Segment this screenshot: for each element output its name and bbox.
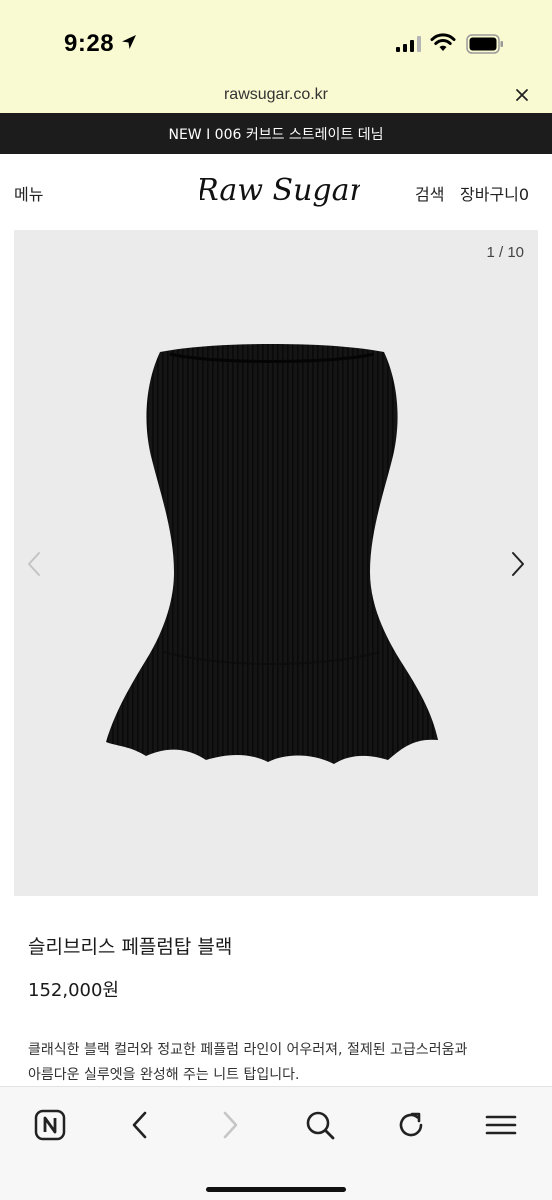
- close-icon[interactable]: [514, 87, 530, 103]
- slide-counter: 1 / 10: [486, 244, 524, 261]
- status-bar: 9:28: [0, 0, 552, 78]
- url-text[interactable]: rawsugar.co.kr: [0, 86, 552, 104]
- announcement-text[interactable]: NEW I 006 커브드 스트레이트 데님: [0, 124, 552, 144]
- browser-address-bar[interactable]: rawsugar.co.kr: [0, 78, 552, 113]
- announcement-banner[interactable]: NEW I 006 커브드 스트레이트 데님: [0, 113, 552, 154]
- product-image-carousel[interactable]: 1 / 10: [14, 230, 538, 896]
- naver-home-icon[interactable]: [32, 1107, 68, 1143]
- reload-icon[interactable]: [393, 1107, 429, 1143]
- battery-icon: [466, 34, 503, 54]
- wifi-icon: [430, 33, 456, 51]
- back-icon[interactable]: [122, 1107, 158, 1143]
- description-line: 클래식한 블랙 컬러와 정교한 페플럼 라인이 어우러져, 절제된 고급스러움과: [28, 1042, 468, 1058]
- cellular-signal-icon: [396, 36, 421, 52]
- chevron-right-icon[interactable]: [510, 550, 526, 578]
- forward-icon[interactable]: [212, 1107, 248, 1143]
- product-name: 슬리브리스 페플럼탑 블랙: [28, 936, 233, 958]
- product-price: 152,000원: [28, 980, 119, 1001]
- product-photo-knit-top: [106, 344, 438, 764]
- site-header: 메뉴 Raw Sugar 검색 장바구니0: [0, 154, 552, 230]
- browser-toolbar: [0, 1086, 552, 1200]
- search-icon[interactable]: [302, 1107, 338, 1143]
- home-indicator: [206, 1187, 346, 1192]
- menu-button[interactable]: 메뉴: [14, 181, 43, 205]
- chevron-left-icon[interactable]: [26, 550, 42, 578]
- search-button[interactable]: 검색: [415, 181, 444, 205]
- product-description: 클래식한 블랙 컬러와 정교한 페플럼 라인이 어우러져, 절제된 고급스러움과…: [28, 1038, 528, 1088]
- location-arrow-icon: [122, 35, 136, 49]
- status-time: 9:28: [64, 30, 115, 57]
- menu-icon[interactable]: [483, 1107, 519, 1143]
- description-line: 아름다운 실루엣을 완성해 주는 니트 탑입니다.: [28, 1067, 300, 1083]
- raw-sugar-logo[interactable]: Raw Sugar: [200, 166, 360, 216]
- cart-button[interactable]: 장바구니0: [460, 181, 529, 205]
- svg-text:Raw Sugar: Raw Sugar: [200, 173, 360, 208]
